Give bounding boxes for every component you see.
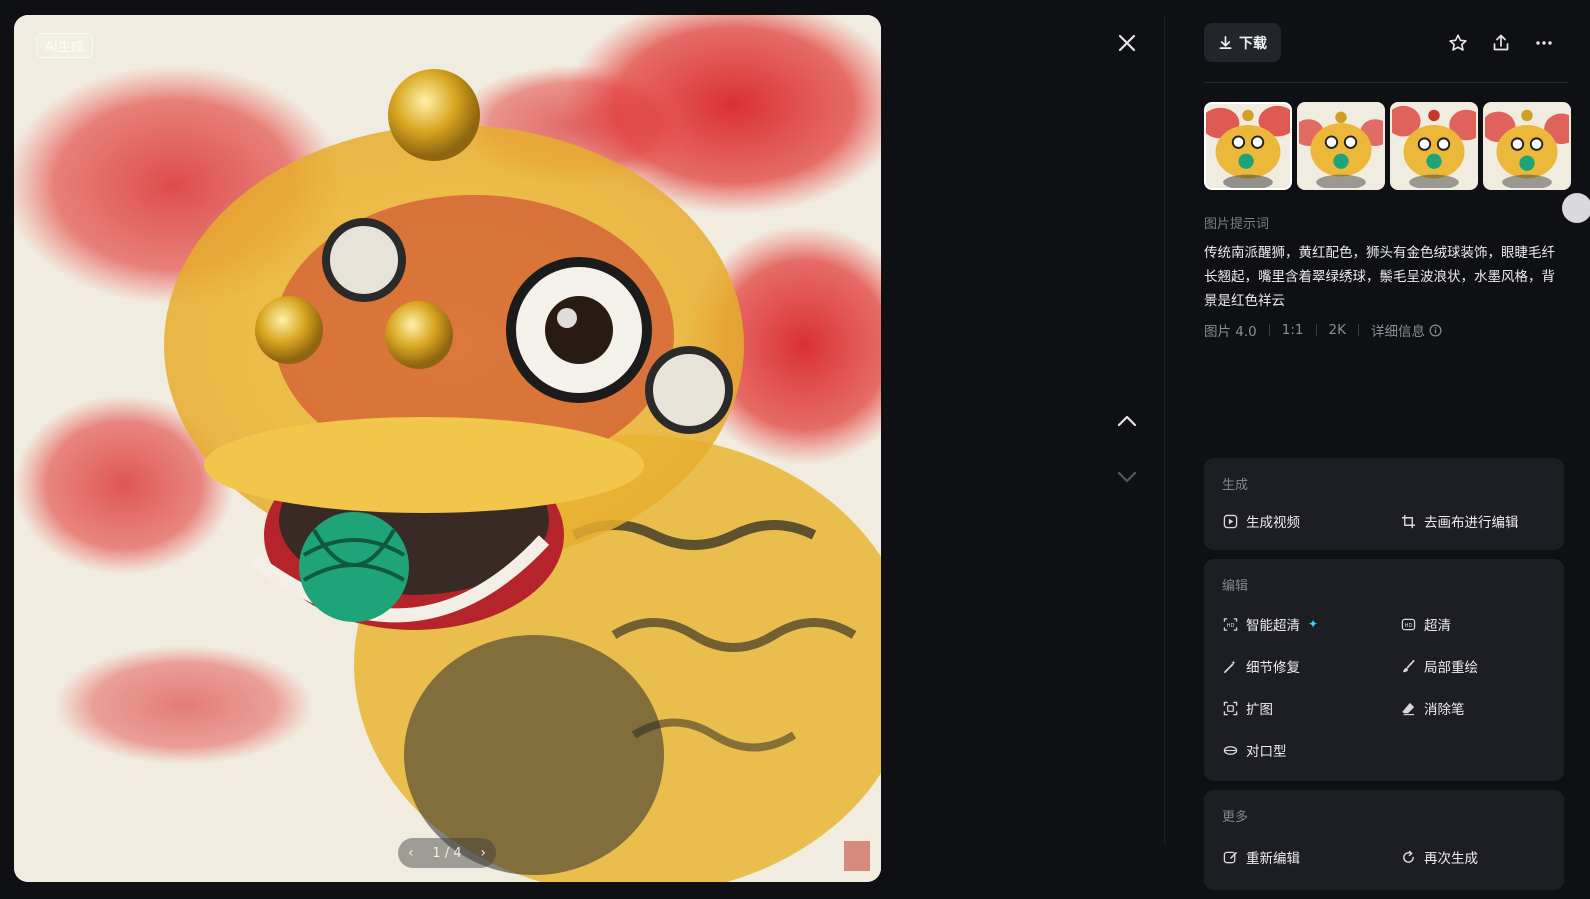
- thumbnail-3[interactable]: [1390, 102, 1478, 190]
- sparkle-icon: ✦: [1308, 617, 1319, 631]
- close-icon[interactable]: [1114, 30, 1140, 56]
- thumbnail-strip: [1204, 102, 1590, 192]
- regenerate-button[interactable]: 再次生成: [1400, 847, 1560, 867]
- thumbnail-scroll-button[interactable]: [1562, 193, 1590, 223]
- chevron-down-icon[interactable]: [1114, 464, 1140, 490]
- svg-text:HD: HD: [1404, 622, 1412, 628]
- brush-icon: [1400, 658, 1416, 674]
- meta-resolution: 2K: [1328, 322, 1346, 338]
- hd-button[interactable]: HD 超清: [1400, 614, 1560, 634]
- panel-toolbar: 下载: [1204, 23, 1590, 63]
- expand-label: 扩图: [1246, 702, 1273, 718]
- panel-divider: [1164, 15, 1165, 845]
- inpaint-button[interactable]: 局部重绘: [1400, 656, 1560, 676]
- ai-generated-badge: AI生成: [36, 33, 93, 58]
- svg-text:HD: HD: [1226, 622, 1234, 628]
- lipsync-button[interactable]: 对口型: [1222, 740, 1400, 760]
- prompt-text: 传统南派醒狮，黄红配色，狮头有金色绒球装饰，眼睫毛纤长翘起，嘴里含着翠绿绣球，鬃…: [1204, 245, 1555, 309]
- canvas-edit-label: 去画布进行编辑: [1424, 515, 1519, 531]
- star-icon[interactable]: [1446, 31, 1470, 55]
- detail-fix-label: 细节修复: [1246, 660, 1300, 676]
- meta-separator: [1268, 324, 1270, 336]
- meta-separator: [1315, 324, 1317, 336]
- generate-video-button[interactable]: 生成视频: [1222, 511, 1400, 531]
- refresh-icon: [1400, 849, 1416, 865]
- detail-fix-button[interactable]: 细节修复: [1222, 656, 1400, 676]
- magic-wand-icon: [1222, 658, 1238, 674]
- meta-separator: [1357, 324, 1359, 336]
- prompt-label: 图片提示词: [1204, 217, 1270, 232]
- download-icon: [1219, 36, 1232, 49]
- chevron-up-icon[interactable]: [1114, 408, 1140, 434]
- expand-button[interactable]: 扩图: [1222, 698, 1400, 718]
- pager-count: 1 / 4: [432, 845, 462, 861]
- generate-section: 生成 生成视频 去画布进行编辑: [1204, 458, 1564, 550]
- download-label: 下载: [1239, 35, 1267, 52]
- chevron-left-icon[interactable]: ‹: [408, 845, 414, 861]
- generate-video-label: 生成视频: [1246, 515, 1300, 531]
- lion-dance-image: [14, 15, 881, 882]
- image-pager: ‹ 1 / 4 ›: [398, 838, 496, 868]
- image-meta: 图片 4.0 1:1 2K 详细信息: [1204, 320, 1442, 340]
- detail-panel: 下载 图片提示词 传统南派醒狮，黄红配色，狮头有金色绒球装饰，眼睫毛纤长翘起，嘴…: [1204, 0, 1590, 899]
- meta-model: 图片 4.0: [1204, 324, 1257, 340]
- section-title: 更多: [1222, 810, 1249, 825]
- image-detail-view: AI生成 ‹ 1 / 4 › 下载 图片提示词 传统南派醒狮，黄红配色，狮头有金…: [0, 0, 1590, 899]
- thumbnail-1[interactable]: [1204, 102, 1292, 190]
- lips-icon: [1222, 742, 1238, 758]
- details-link[interactable]: 详细信息: [1371, 320, 1442, 340]
- crop-icon: [1400, 513, 1416, 529]
- edit-section: 编辑 HD 智能超清 ✦ HD 超清 细节修复 局部重绘 扩图 消除笔 对口型: [1204, 559, 1564, 781]
- thumbnail-4[interactable]: [1483, 102, 1571, 190]
- chevron-right-icon[interactable]: ›: [480, 845, 486, 861]
- video-icon: [1222, 513, 1238, 529]
- expand-icon: [1222, 700, 1238, 716]
- smart-hd-button[interactable]: HD 智能超清 ✦: [1222, 614, 1400, 634]
- regenerate-label: 再次生成: [1424, 851, 1478, 867]
- reedit-button[interactable]: 重新编辑: [1222, 847, 1400, 867]
- image-viewer[interactable]: AI生成 ‹ 1 / 4 ›: [14, 15, 881, 882]
- meta-ratio: 1:1: [1281, 322, 1304, 338]
- reedit-label: 重新编辑: [1246, 851, 1300, 867]
- share-icon[interactable]: [1489, 31, 1513, 55]
- info-icon: [1429, 324, 1442, 336]
- hd-scan-icon: HD: [1222, 616, 1238, 632]
- lipsync-label: 对口型: [1246, 744, 1287, 760]
- more-icon[interactable]: [1532, 31, 1556, 55]
- hd-label: 超清: [1424, 618, 1451, 634]
- canvas-edit-button[interactable]: 去画布进行编辑: [1400, 511, 1560, 531]
- eraser-icon: [1400, 700, 1416, 716]
- section-title: 编辑: [1222, 579, 1249, 594]
- more-section: 更多 重新编辑 再次生成: [1204, 790, 1564, 890]
- edit-icon: [1222, 849, 1238, 865]
- eraser-button[interactable]: 消除笔: [1400, 698, 1560, 718]
- download-button[interactable]: 下载: [1204, 23, 1281, 62]
- eraser-label: 消除笔: [1424, 702, 1465, 718]
- smart-hd-label: 智能超清: [1246, 618, 1300, 634]
- details-label: 详细信息: [1370, 324, 1425, 340]
- thumbnail-2[interactable]: [1297, 102, 1385, 190]
- hd-icon: HD: [1400, 616, 1416, 632]
- toolbar-divider: [1204, 82, 1568, 83]
- section-title: 生成: [1222, 478, 1249, 493]
- inpaint-label: 局部重绘: [1424, 660, 1478, 676]
